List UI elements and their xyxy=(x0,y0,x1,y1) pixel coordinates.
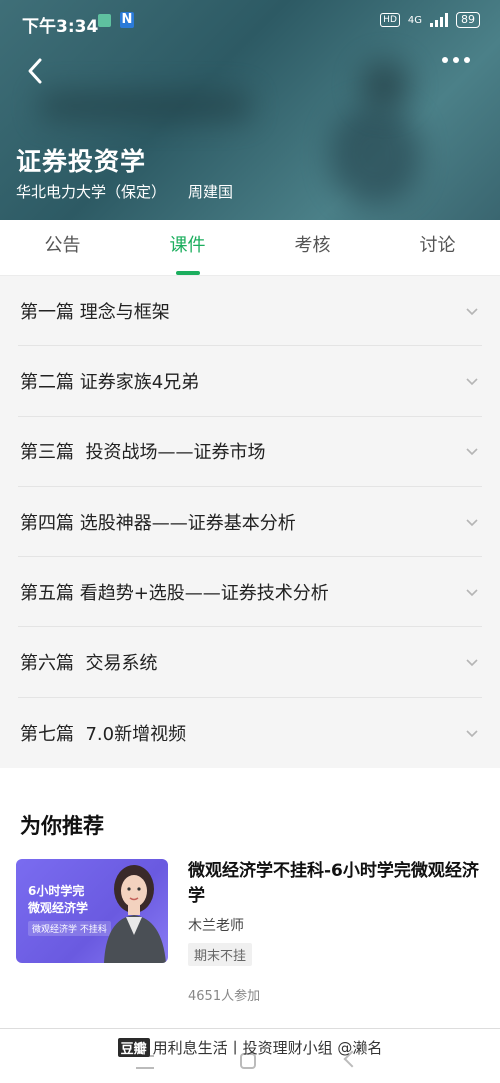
chapter-item[interactable]: 第四篇 选股神器——证券基本分析 xyxy=(18,487,482,558)
recommend-heading: 为你推荐 xyxy=(20,814,104,838)
douban-logo: 豆瓣 xyxy=(117,1038,150,1057)
thumbnail-text: 6小时学完 微观经济学 xyxy=(28,883,88,917)
chevron-down-icon xyxy=(466,308,478,315)
chapter-label: 第三篇 投资战场——证券市场 xyxy=(20,442,266,464)
more-dot-icon xyxy=(453,57,459,63)
status-indicators: HD 4G 89 xyxy=(380,12,480,28)
system-navigation-bar: 豆瓣 用利息生活丨投资理财小组 @濑名 xyxy=(0,1028,500,1083)
header-background-blur xyxy=(360,60,410,110)
watermark: 豆瓣 用利息生活丨投资理财小组 @濑名 xyxy=(0,1037,500,1058)
chapter-item[interactable]: 第二篇 证券家族4兄弟 xyxy=(18,346,482,417)
chapter-label: 第六篇 交易系统 xyxy=(20,653,158,675)
chapter-label: 第二篇 证券家族4兄弟 xyxy=(20,371,200,393)
chapter-item[interactable]: 第七篇 7.0新增视频 xyxy=(18,698,482,768)
tab-courseware[interactable]: 课件 xyxy=(125,220,250,275)
thumbnail-line: 6小时学完 xyxy=(28,884,85,898)
chapter-label: 第七篇 7.0新增视频 xyxy=(20,723,187,745)
course-thumbnail: 6小时学完 微观经济学 微观经济学 不挂科 xyxy=(16,859,168,963)
participant-count: 4651人参加 xyxy=(188,989,261,1004)
app-notification-icon: N xyxy=(120,12,134,28)
more-options-button[interactable] xyxy=(436,52,476,68)
network-label: 4G xyxy=(407,14,422,26)
teacher-illustration xyxy=(104,865,166,963)
thumbnail-line: 微观经济学 xyxy=(28,901,89,915)
chevron-left-icon xyxy=(28,58,42,84)
chapter-label: 第四篇 选股神器——证券基本分析 xyxy=(20,512,296,534)
course-header: 下午3:34 N HD 4G 89 证券投资学 华北电力大学（保定） 周建国 xyxy=(0,0,500,220)
course-tag-badge: 期末不挂 xyxy=(188,943,253,966)
chevron-down-icon xyxy=(466,448,478,456)
more-dot-icon xyxy=(442,57,448,63)
header-background-blur xyxy=(40,92,250,120)
signal-icon xyxy=(430,13,448,27)
course-title: 证券投资学 xyxy=(16,147,147,176)
teacher-name: 周建国 xyxy=(188,183,234,201)
status-bar: 下午3:34 N HD 4G 89 xyxy=(0,0,500,44)
chevron-down-icon xyxy=(466,518,478,526)
battery-icon: 89 xyxy=(456,12,480,28)
chapter-label: 第一篇 理念与框架 xyxy=(20,301,170,323)
course-tabs: 公告 课件 考核 讨论 xyxy=(0,220,500,276)
recommended-course-card[interactable]: 6小时学完 微观经济学 微观经济学 不挂科 微观经济学不挂科-6小时学完微观经济… xyxy=(16,859,486,1009)
chapter-item[interactable]: 第三篇 投资战场——证券市场 xyxy=(18,417,482,487)
school-name: 华北电力大学（保定） xyxy=(16,183,167,201)
tab-discussion[interactable]: 讨论 xyxy=(375,220,500,275)
chapter-item[interactable]: 第六篇 交易系统 xyxy=(18,627,482,698)
recommend-section: 为你推荐 6小时学完 微观经济学 微观经济学 不挂科 微观经济学不挂科-6小时学… xyxy=(0,768,500,1028)
chapter-label: 第五篇 看趋势+选股——证券技术分析 xyxy=(20,582,329,604)
chevron-down-icon xyxy=(466,730,478,738)
tab-assessment[interactable]: 考核 xyxy=(250,220,375,275)
header-background-blur xyxy=(330,105,420,205)
chevron-down-icon xyxy=(466,589,478,596)
app-notification-icon xyxy=(98,14,111,27)
chapter-list: 第一篇 理念与框架 第二篇 证券家族4兄弟 第三篇 投资战场——证券市场 第四篇… xyxy=(0,276,500,768)
chevron-down-icon xyxy=(466,659,478,667)
course-subtitle: 华北电力大学（保定） 周建国 xyxy=(16,181,233,202)
recommended-course-teacher: 木兰老师 xyxy=(188,918,244,934)
recommended-course-name: 微观经济学不挂科-6小时学完微观经济学 xyxy=(188,861,479,906)
more-dot-icon xyxy=(464,57,470,63)
chevron-down-icon xyxy=(466,378,478,386)
tab-announcement[interactable]: 公告 xyxy=(0,220,125,275)
status-time: 下午3:34 xyxy=(22,17,99,37)
back-button[interactable] xyxy=(18,52,54,88)
chapter-item[interactable]: 第五篇 看趋势+选股——证券技术分析 xyxy=(18,557,482,628)
chapter-item[interactable]: 第一篇 理念与框架 xyxy=(18,276,482,347)
hd-icon: HD xyxy=(380,13,400,27)
watermark-text: 用利息生活丨投资理财小组 @濑名 xyxy=(152,1039,383,1057)
